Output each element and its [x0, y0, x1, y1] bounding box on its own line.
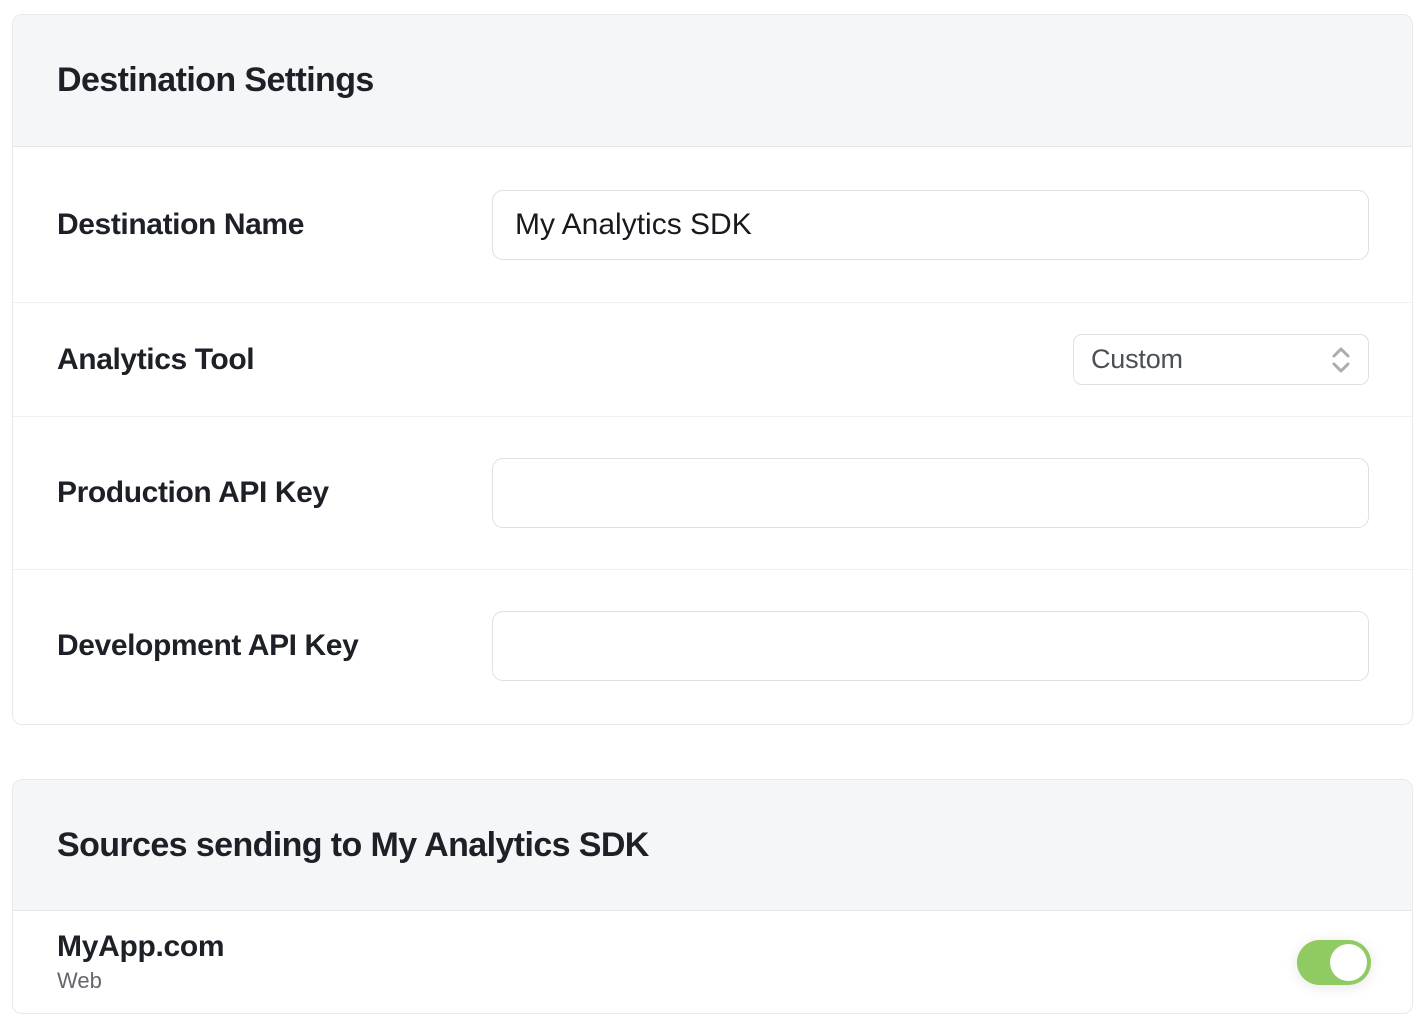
form-row-analytics-tool: Analytics Tool Custom	[13, 302, 1412, 416]
analytics-tool-select[interactable]: Custom	[1073, 334, 1369, 385]
development-api-key-input[interactable]	[492, 611, 1369, 681]
destination-settings-card: Destination Settings Destination Name An…	[12, 14, 1413, 725]
source-name: MyApp.com	[57, 930, 224, 963]
form-row-development-api-key: Development API Key	[13, 569, 1412, 722]
production-api-key-label: Production API Key	[57, 476, 329, 510]
sources-title: Sources sending to My Analytics SDK	[57, 826, 649, 865]
source-row-myapp: MyApp.com Web	[13, 911, 1412, 1013]
source-enabled-toggle[interactable]	[1297, 940, 1371, 985]
form-row-destination-name: Destination Name	[13, 147, 1412, 302]
chevron-up-down-icon	[1328, 344, 1354, 376]
source-type: Web	[57, 969, 224, 993]
destination-settings-header: Destination Settings	[13, 15, 1412, 147]
form-row-production-api-key: Production API Key	[13, 416, 1412, 569]
development-api-key-label: Development API Key	[57, 629, 358, 663]
destination-settings-title: Destination Settings	[57, 61, 374, 100]
sources-header: Sources sending to My Analytics SDK	[13, 780, 1412, 911]
destination-name-input[interactable]	[492, 190, 1369, 260]
sources-card: Sources sending to My Analytics SDK MyAp…	[12, 779, 1413, 1014]
toggle-knob-icon	[1330, 944, 1367, 981]
analytics-tool-selected-value: Custom	[1091, 344, 1183, 375]
source-info: MyApp.com Web	[57, 930, 224, 993]
production-api-key-input[interactable]	[492, 458, 1369, 528]
destination-name-label: Destination Name	[57, 208, 304, 242]
analytics-tool-label: Analytics Tool	[57, 343, 254, 377]
